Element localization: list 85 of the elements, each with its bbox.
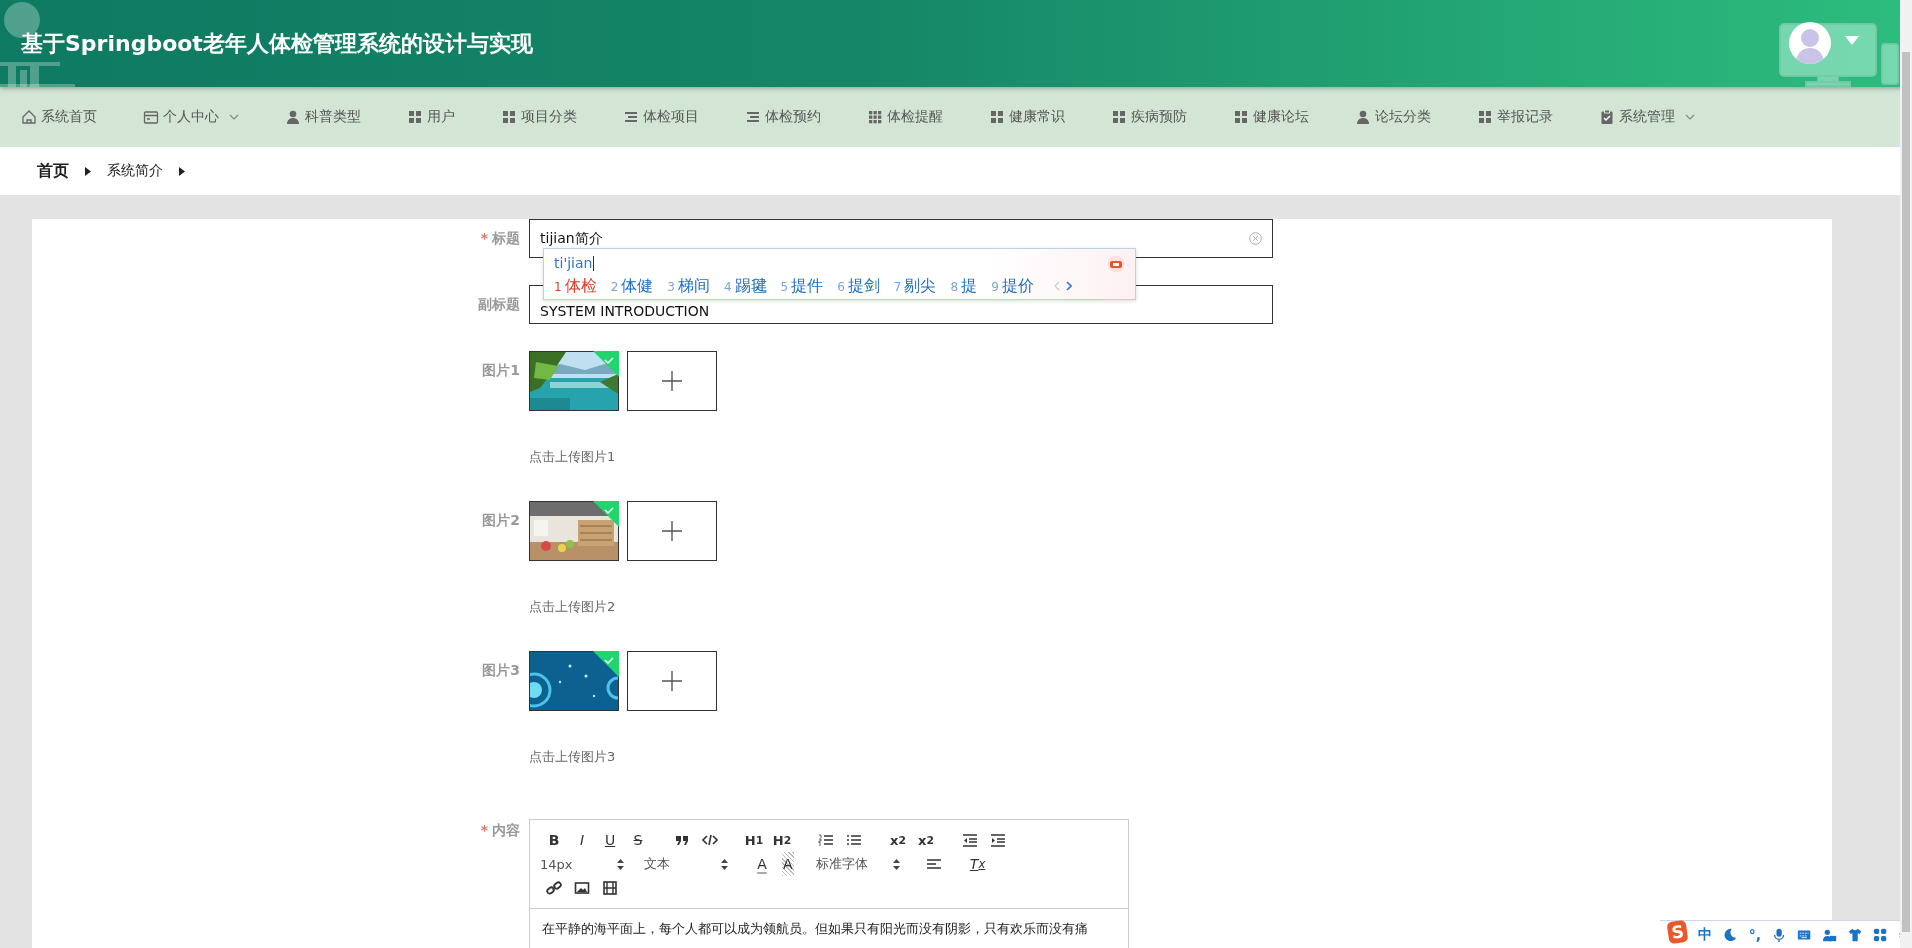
user-icon (285, 109, 301, 125)
pinyin-composition: ti'jian (554, 255, 593, 271)
background-color-button[interactable]: A (782, 852, 794, 876)
ime-logo[interactable]: S (1666, 919, 1689, 945)
quote-icon[interactable] (674, 833, 690, 847)
plus-icon (662, 521, 682, 541)
nav-item[interactable]: 项目分类 (501, 108, 577, 126)
list-icon (623, 109, 639, 125)
grid-icon (1111, 109, 1127, 125)
italic-button[interactable]: I (568, 828, 596, 852)
nav-item[interactable]: 体检提醒 (867, 108, 943, 126)
user-icon (1355, 109, 1371, 125)
nav-item[interactable]: 论坛分类 (1355, 108, 1431, 126)
scrollbar-thumb[interactable] (1902, 52, 1910, 932)
grid-icon (407, 109, 423, 125)
sort-arrows-icon (617, 858, 624, 870)
nav-item[interactable]: 个人中心 (143, 108, 239, 126)
upload-hint: 点击上传图片1 (529, 449, 616, 465)
link-icon[interactable] (546, 881, 562, 895)
grid-icon[interactable] (1872, 927, 1887, 943)
chevron-right-icon (85, 166, 91, 176)
required-mark: * (480, 230, 488, 246)
upload-hint: 点击上传图片3 (529, 749, 616, 765)
nav-item[interactable]: 健康常识 (989, 108, 1065, 126)
nav-item[interactable]: 举报记录 (1477, 108, 1553, 126)
next-page-icon[interactable] (1065, 281, 1072, 291)
shirt-icon[interactable] (1847, 927, 1862, 943)
grid-icon (501, 109, 517, 125)
film-icon[interactable] (602, 881, 618, 895)
breadcrumb-link[interactable]: 首页 (37, 160, 69, 182)
field-label: 图片1 (482, 362, 520, 378)
ordered-list-icon[interactable] (818, 833, 834, 847)
nav-item[interactable]: 健康论坛 (1233, 108, 1309, 126)
dropdown-select[interactable]: 标准字体 (811, 852, 904, 876)
grid-icon (1233, 109, 1249, 125)
code-icon[interactable] (702, 833, 718, 847)
id-card-icon (143, 109, 159, 125)
image-icon[interactable] (574, 881, 590, 895)
text-color-button[interactable]: A (748, 852, 776, 876)
chevron-right-icon (179, 166, 185, 176)
sort-arrows-icon (892, 858, 900, 870)
home-icon (21, 109, 37, 125)
nav-item[interactable]: 用户 (407, 108, 455, 126)
app-title: 基于Springboot老年人体检管理系统的设计与实现 (21, 29, 533, 58)
microphone-icon[interactable] (1772, 927, 1787, 943)
nav-item[interactable]: 系统管理 (1599, 108, 1695, 126)
field-label: 副标题 (478, 296, 520, 312)
dropdown-select[interactable]: 文本 (640, 852, 732, 876)
field-label: 图片3 (482, 662, 520, 678)
grid-icon (989, 109, 1005, 125)
nav-item[interactable]: 体检预约 (745, 108, 821, 126)
nav-item[interactable]: 疾病预防 (1111, 108, 1187, 126)
grid-icon (867, 109, 883, 125)
mascot-icon (1107, 255, 1125, 273)
nav-item[interactable]: 科普类型 (285, 108, 361, 126)
input-mode-toggle[interactable]: 中 (1698, 926, 1713, 944)
required-mark: * (480, 822, 488, 838)
align-left-icon[interactable] (925, 857, 942, 871)
punctuation-toggle[interactable]: °, (1748, 927, 1761, 943)
editor-text[interactable]: 在平静的海平面上，每个人都可以成为领航员。但如果只有阳光而没有阴影，只有欢乐而没有痛 (530, 909, 1128, 948)
field-label: 图片2 (482, 512, 520, 528)
field-label: 标题 (492, 230, 520, 246)
plus-icon (662, 671, 682, 691)
grid-icon (1477, 109, 1493, 125)
breadcrumb-link[interactable]: 系统简介 (107, 162, 163, 180)
clipboard-icon (1599, 109, 1615, 125)
user-icon[interactable] (1822, 927, 1837, 943)
outdent-icon[interactable] (962, 833, 978, 847)
list-icon (745, 109, 761, 125)
nav-item[interactable]: 体检项目 (623, 108, 699, 126)
plus-icon (662, 371, 682, 391)
field-label: 内容 (492, 822, 520, 838)
upload-button[interactable] (627, 501, 717, 561)
strikethrough-button[interactable]: S (624, 828, 652, 852)
moon-icon[interactable] (1723, 927, 1738, 943)
sort-arrows-icon (721, 858, 728, 870)
underline-button[interactable]: U (596, 828, 624, 852)
bullet-list-icon[interactable] (846, 833, 862, 847)
upload-button[interactable] (627, 651, 717, 711)
nav-item[interactable]: 系统首页 (21, 108, 97, 126)
dropdown-select[interactable]: 14px (536, 852, 628, 876)
upload-hint: 点击上传图片2 (529, 599, 616, 615)
bold-button[interactable]: B (540, 828, 568, 852)
indent-icon[interactable] (990, 833, 1006, 847)
upload-button[interactable] (627, 351, 717, 411)
